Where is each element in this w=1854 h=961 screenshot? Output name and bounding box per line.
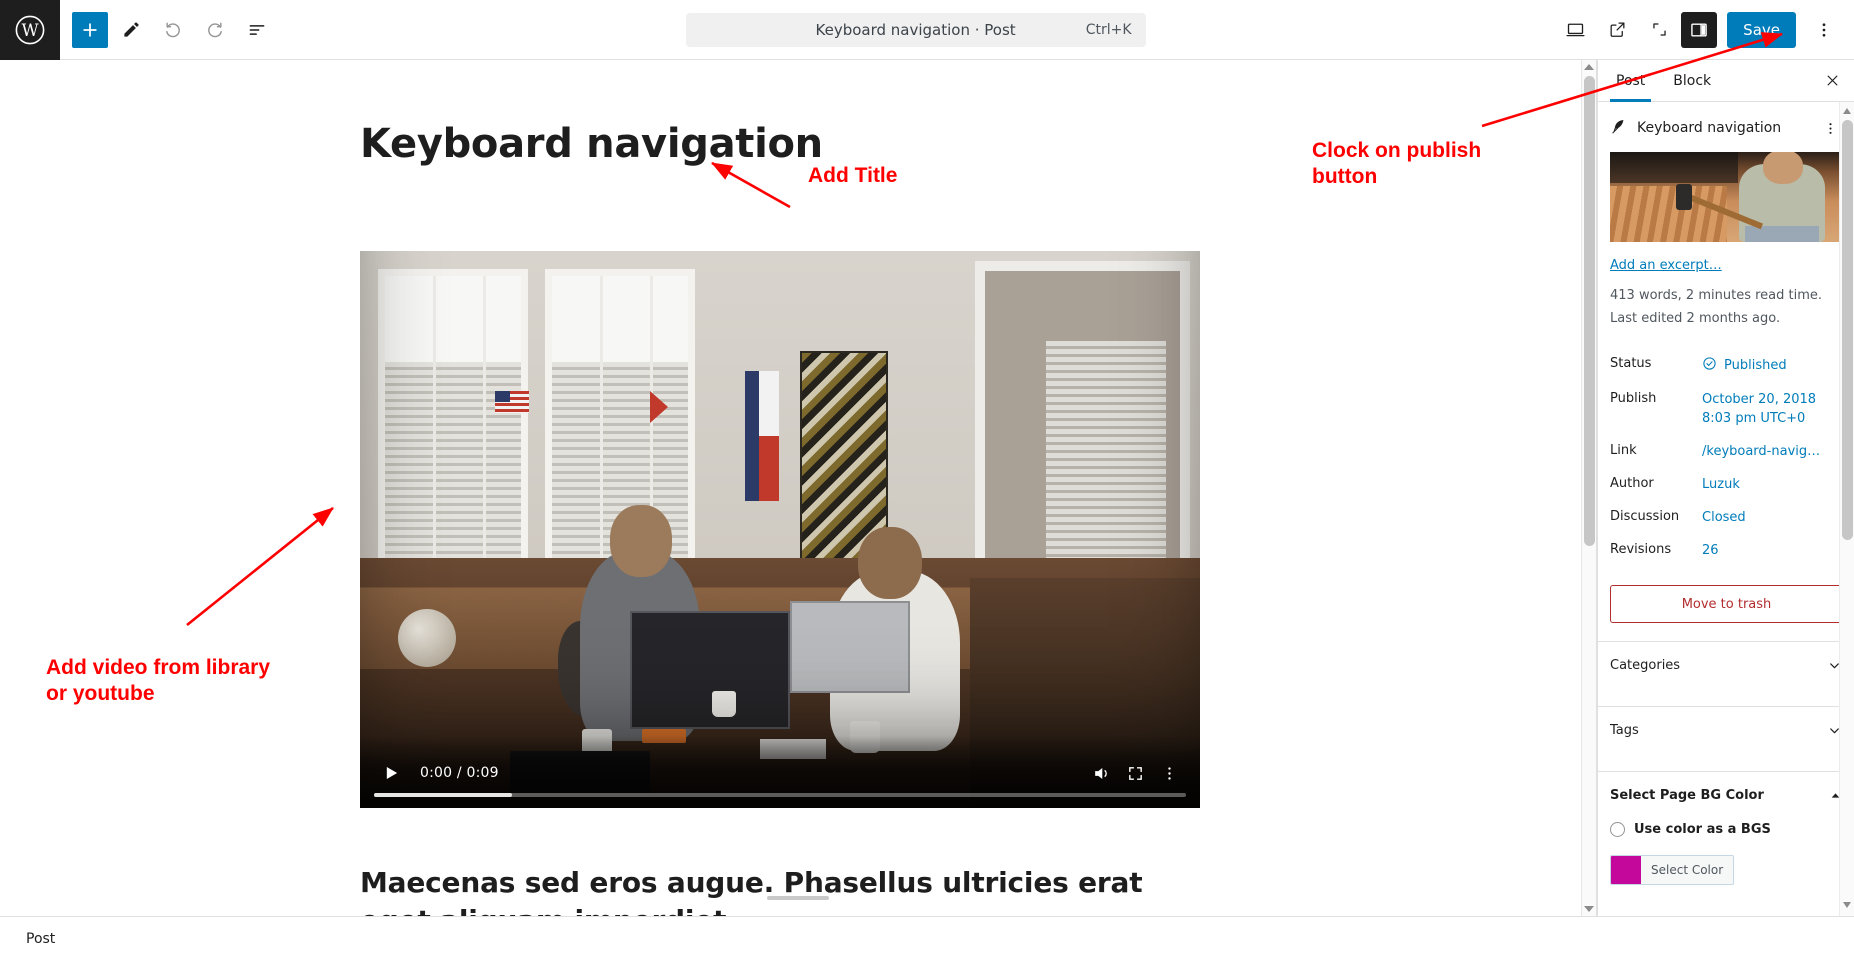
- row-discussion: Discussion Closed: [1598, 502, 1854, 535]
- fullscreen-icon[interactable]: [1118, 756, 1152, 790]
- use-color-as-bgs-label: Use color as a BGS: [1634, 822, 1771, 838]
- video-block[interactable]: 0:00 / 0:09: [360, 251, 1200, 808]
- tools-pencil-button[interactable]: [112, 11, 150, 49]
- sidebar-scroll-up-icon[interactable]: [1843, 108, 1851, 114]
- status-bar-label: Post: [26, 931, 56, 947]
- redo-button[interactable]: [196, 11, 234, 49]
- panel-page-bg-color: Select Page BG Color Use color as a BGS: [1598, 771, 1854, 904]
- scroll-up-arrow-icon[interactable]: [1584, 64, 1594, 70]
- toolbar-right-group: Save: [1555, 10, 1854, 50]
- row-status-value[interactable]: Published: [1702, 356, 1787, 378]
- row-publish-label: Publish: [1610, 391, 1657, 407]
- featured-image[interactable]: [1610, 152, 1843, 242]
- svg-text:W: W: [21, 21, 39, 40]
- body-heading[interactable]: Maecenas sed eros augue. Phasellus ultri…: [360, 864, 1200, 916]
- video-controls: 0:00 / 0:09: [360, 736, 1200, 808]
- select-color-button[interactable]: Select Color: [1610, 855, 1735, 886]
- video-progress-bar[interactable]: [374, 793, 1186, 797]
- row-revisions-value[interactable]: 26: [1702, 542, 1719, 561]
- status-bar: Post: [0, 916, 1854, 961]
- sidebar-toggle-icon[interactable]: [1681, 11, 1718, 48]
- command-bar-text: Keyboard navigation · Post: [815, 20, 1016, 39]
- tab-post[interactable]: Post: [1602, 60, 1659, 102]
- row-link-label: Link: [1610, 443, 1637, 459]
- panel-page-bg-color-label: Select Page BG Color: [1610, 787, 1764, 803]
- command-bar-shortcut: Ctrl+K: [1085, 21, 1132, 38]
- post-title[interactable]: Keyboard navigation: [360, 120, 1200, 168]
- canvas-scrollbar-thumb[interactable]: [1583, 76, 1595, 546]
- feather-quill-icon: [1610, 118, 1627, 139]
- row-author: Author Luzuk: [1598, 469, 1854, 502]
- annotation-publish: Clock on publish button: [1312, 139, 1482, 188]
- zoom-out-icon[interactable]: [1639, 10, 1679, 50]
- add-excerpt-link[interactable]: Add an excerpt…: [1610, 258, 1722, 273]
- wordpress-logo-icon[interactable]: W: [0, 0, 60, 60]
- annotation-video: Add video from library or youtube: [46, 656, 271, 705]
- panel-categories-label: Categories: [1610, 657, 1681, 673]
- command-bar[interactable]: Keyboard navigation · Post Ctrl+K: [685, 12, 1146, 47]
- video-time-display: 0:00 / 0:09: [420, 765, 499, 781]
- row-discussion-value[interactable]: Closed: [1702, 509, 1746, 528]
- select-color-label: Select Color: [1651, 863, 1724, 878]
- row-status: Status Published: [1598, 349, 1854, 385]
- undo-button[interactable]: [154, 11, 192, 49]
- check-circle-icon: [1702, 356, 1717, 378]
- move-to-trash-button[interactable]: Move to trash: [1610, 585, 1843, 624]
- panel-page-bg-color-header[interactable]: Select Page BG Color: [1610, 772, 1842, 818]
- toolbar-left-group: [60, 11, 276, 49]
- word-count-text: 413 words, 2 minutes read time.: [1610, 288, 1823, 303]
- panel-categories-header[interactable]: Categories: [1610, 642, 1842, 688]
- row-link: Link /keyboard-navig…: [1598, 436, 1854, 469]
- editor-body: Keyboard navigation 0:00 / 0:09 Maecenas…: [0, 60, 1854, 916]
- row-publish: Publish October 20, 2018 8:03 pm UTC+0: [1598, 384, 1854, 436]
- sidebar-scroll-down-icon[interactable]: [1843, 902, 1851, 908]
- row-link-value[interactable]: /keyboard-navig…: [1702, 443, 1820, 462]
- sidebar-tabs: Post Block: [1598, 60, 1854, 102]
- editor-options-icon[interactable]: [1804, 10, 1844, 50]
- color-swatch: [1611, 856, 1641, 885]
- desktop-preview-icon[interactable]: [1555, 10, 1595, 50]
- radio-circle-icon: [1610, 822, 1625, 838]
- video-more-icon[interactable]: [1152, 756, 1186, 790]
- annotation-add-title: Add Title: [808, 164, 898, 187]
- use-color-as-bgs-radio[interactable]: Use color as a BGS: [1610, 822, 1842, 838]
- row-author-label: Author: [1610, 475, 1654, 491]
- add-block-button[interactable]: [72, 11, 108, 48]
- volume-high-icon[interactable]: [1084, 756, 1118, 790]
- post-details-list: Status Published Publish October 20, 201…: [1598, 349, 1854, 568]
- panel-categories: Categories: [1598, 641, 1854, 688]
- command-bar-wrapper: Keyboard navigation · Post Ctrl+K: [276, 12, 1555, 47]
- save-button[interactable]: Save: [1727, 11, 1796, 48]
- panel-tags: Tags: [1598, 706, 1854, 753]
- row-status-text: Published: [1724, 358, 1787, 373]
- settings-sidebar: Post Block Keyboard navigation Add an ex…: [1597, 60, 1854, 916]
- row-revisions-label: Revisions: [1610, 541, 1672, 557]
- play-icon[interactable]: [374, 756, 408, 790]
- sidebar-content: Keyboard navigation Add an excerpt… 413 …: [1598, 102, 1854, 916]
- video-progress-fill: [374, 793, 513, 797]
- wordpress-block-editor: W Keyboard navigation · Post Ctrl+K Save…: [0, 0, 1854, 961]
- sidebar-scrollbar-thumb[interactable]: [1842, 120, 1853, 540]
- row-discussion-label: Discussion: [1610, 508, 1680, 524]
- tab-block[interactable]: Block: [1659, 60, 1725, 102]
- last-edited-text: Last edited 2 months ago.: [1610, 310, 1781, 326]
- sidebar-scrollbar[interactable]: [1839, 102, 1854, 916]
- post-summary-row: Keyboard navigation: [1598, 102, 1854, 152]
- row-revisions: Revisions 26: [1598, 535, 1854, 568]
- video-poster-image: [360, 251, 1200, 808]
- post-summary-title: Keyboard navigation: [1637, 120, 1782, 136]
- external-link-icon[interactable]: [1597, 10, 1637, 50]
- row-status-label: Status: [1610, 355, 1652, 371]
- canvas-resize-handle[interactable]: [767, 896, 829, 900]
- list-view-button[interactable]: [238, 11, 276, 49]
- row-author-value[interactable]: Luzuk: [1702, 476, 1740, 495]
- panel-tags-header[interactable]: Tags: [1610, 707, 1842, 753]
- close-icon[interactable]: [1814, 63, 1850, 99]
- canvas-scrollbar[interactable]: [1581, 60, 1596, 916]
- scroll-down-arrow-icon[interactable]: [1584, 906, 1594, 912]
- panel-tags-label: Tags: [1610, 722, 1639, 738]
- panel-page-bg-color-body: Use color as a BGS Select Color: [1610, 818, 1842, 904]
- row-publish-value[interactable]: October 20, 2018 8:03 pm UTC+0: [1702, 391, 1816, 429]
- editor-toolbar: W Keyboard navigation · Post Ctrl+K Save: [0, 0, 1854, 60]
